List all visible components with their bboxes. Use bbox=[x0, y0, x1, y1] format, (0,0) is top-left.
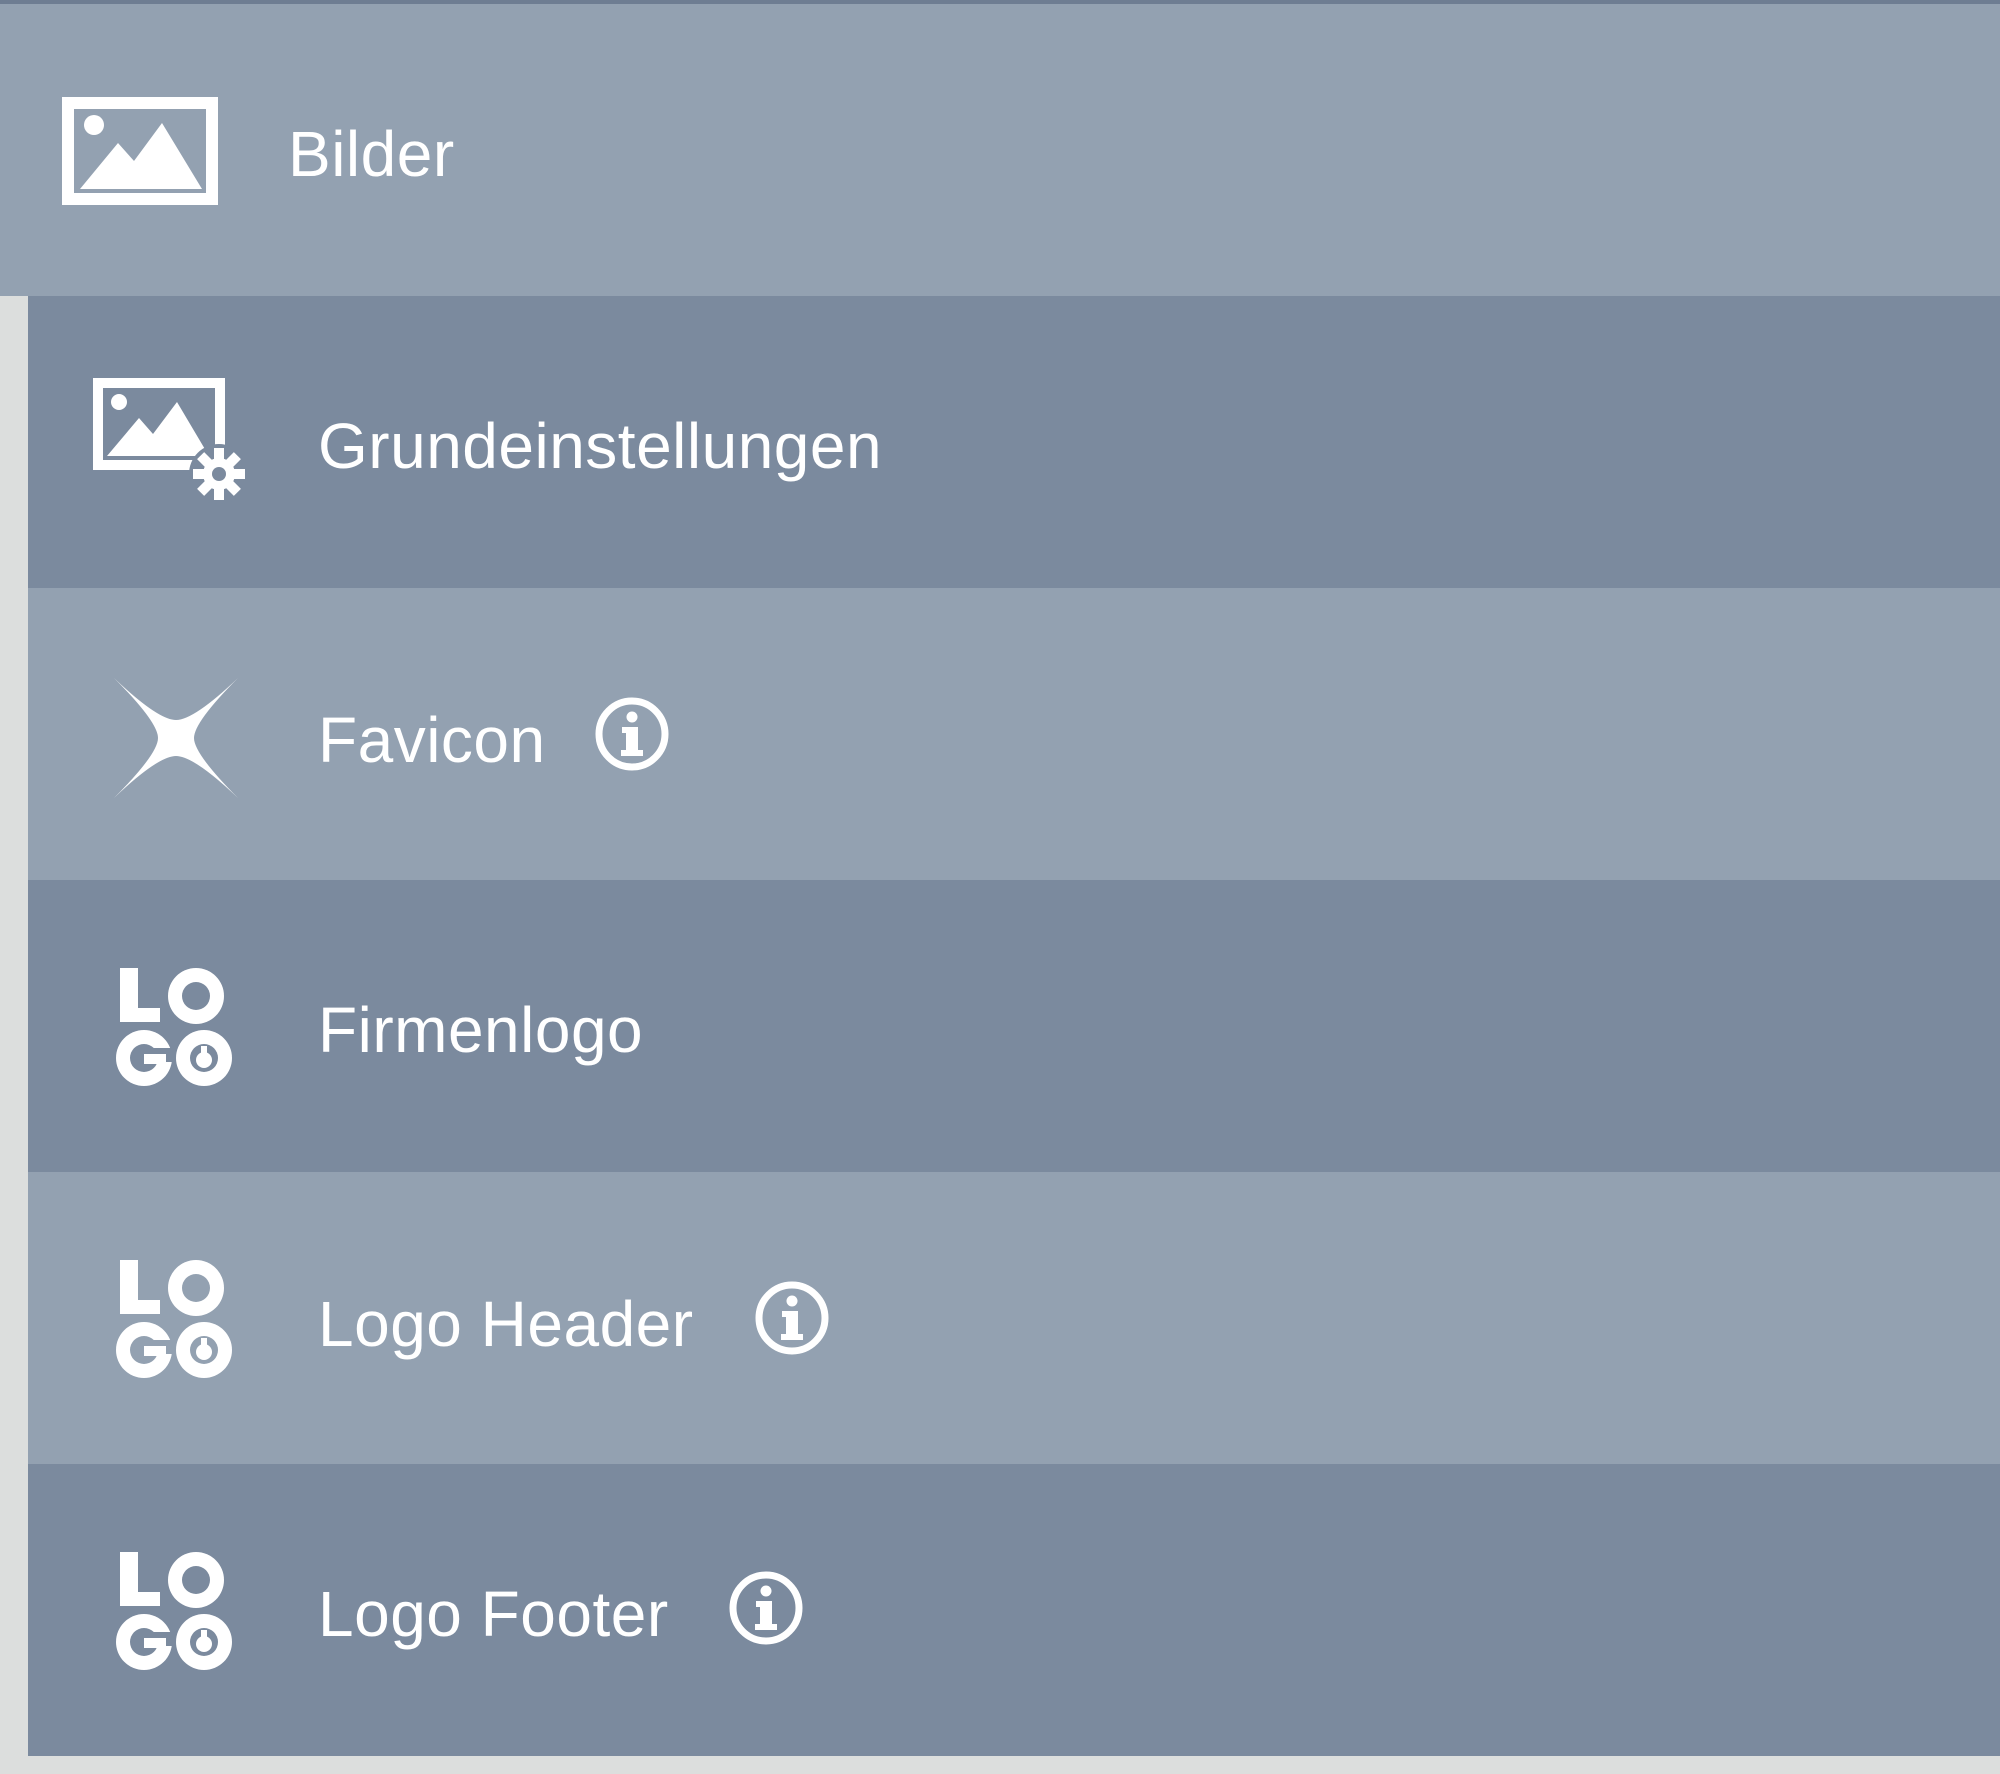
menu-item-grundeinstellungen[interactable]: Grundeinstellungen bbox=[28, 296, 2000, 588]
logo-icon bbox=[108, 1252, 238, 1382]
menu-item-favicon[interactable]: Favicon bbox=[28, 588, 2000, 880]
info-icon[interactable] bbox=[594, 696, 670, 772]
menu-item-label: Firmenlogo bbox=[318, 994, 644, 1066]
menu-section-bilder[interactable]: Bilder bbox=[0, 4, 2000, 296]
info-icon[interactable] bbox=[728, 1570, 804, 1646]
menu-item-label: Favicon bbox=[318, 704, 546, 776]
section-label: Bilder bbox=[288, 118, 455, 190]
menu-item-label: Grundeinstellungen bbox=[318, 410, 883, 482]
logo-icon bbox=[108, 1544, 238, 1674]
logo-icon bbox=[108, 960, 238, 1090]
menu-item-logo-header[interactable]: Logo Header bbox=[28, 1172, 2000, 1464]
menu-item-logo-footer[interactable]: Logo Footer bbox=[28, 1464, 2000, 1756]
image-settings-icon bbox=[93, 378, 253, 508]
image-icon bbox=[60, 96, 220, 206]
menu-item-label: Logo Footer bbox=[318, 1578, 669, 1650]
menu-item-label: Logo Header bbox=[318, 1288, 694, 1360]
info-icon[interactable] bbox=[754, 1280, 830, 1356]
favicon-star-icon bbox=[108, 670, 244, 806]
image-settings-menu: Bilder Grundeinstellungen Favicon Firmen… bbox=[0, 0, 2000, 1774]
menu-item-firmenlogo[interactable]: Firmenlogo bbox=[28, 880, 2000, 1172]
